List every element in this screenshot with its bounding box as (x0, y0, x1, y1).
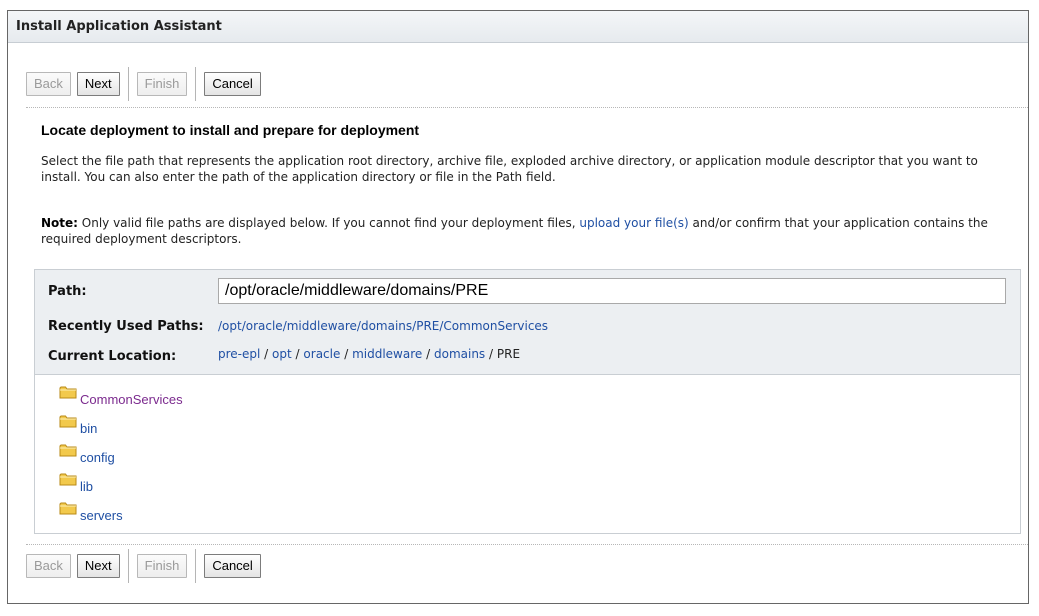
crumb-sep: / (264, 347, 269, 361)
path-input[interactable] (218, 278, 1006, 304)
path-label: Path: (48, 284, 87, 299)
current-location-label: Current Location: (48, 349, 177, 364)
breadcrumb: pre-epl / opt / oracle / middleware / do… (218, 347, 520, 361)
next-button-top[interactable]: Next (76, 72, 120, 96)
crumb-middleware[interactable]: middleware (352, 347, 422, 361)
folder-item-lib[interactable]: lib (59, 472, 93, 494)
crumb-current: PRE (496, 347, 521, 361)
crumb-opt[interactable]: opt (272, 347, 292, 361)
folder-link[interactable]: config (80, 450, 115, 465)
folder-icon (59, 473, 77, 486)
divider (26, 544, 1028, 545)
back-button-bottom[interactable]: Back (26, 554, 71, 578)
folder-item-bin[interactable]: bin (59, 414, 97, 436)
button-separator (195, 67, 197, 101)
folder-icon (59, 415, 77, 428)
finish-button-top[interactable]: Finish (136, 72, 188, 96)
folder-icon (59, 386, 77, 399)
folder-item-commonservices[interactable]: CommonServices (59, 385, 183, 407)
recent-path-link[interactable]: /opt/oracle/middleware/domains/PRE/Commo… (218, 319, 548, 333)
back-button-top[interactable]: Back (26, 72, 71, 96)
next-button-bottom[interactable]: Next (76, 554, 120, 578)
folder-link[interactable]: CommonServices (80, 392, 183, 407)
section-heading: Locate deployment to install and prepare… (41, 122, 420, 138)
description-text: Select the file path that represents the… (41, 154, 978, 184)
button-separator (195, 549, 197, 583)
path-panel: Path: Recently Used Paths: /opt/oracle/m… (34, 269, 1021, 375)
crumb-domains[interactable]: domains (434, 347, 485, 361)
folder-item-config[interactable]: config (59, 443, 115, 465)
note-before: Only valid file paths are displayed belo… (77, 216, 580, 230)
crumb-sep: / (426, 347, 431, 361)
crumb-sep: / (344, 347, 349, 361)
folder-link[interactable]: lib (80, 479, 93, 494)
divider (26, 107, 1028, 108)
note-text: Note: Only valid file paths are displaye… (41, 215, 1011, 247)
top-button-bar: Back Next Finish Cancel (26, 67, 267, 101)
crumb-sep: / (295, 347, 300, 361)
crumb-pre-epl[interactable]: pre-epl (218, 347, 260, 361)
upload-files-link[interactable]: upload your file(s) (579, 216, 688, 230)
install-assistant-panel: Install Application Assistant Back Next … (7, 10, 1029, 604)
folder-link[interactable]: bin (80, 421, 97, 436)
recent-paths-label: Recently Used Paths: (48, 319, 204, 334)
folder-link[interactable]: servers (80, 508, 123, 523)
finish-button-bottom[interactable]: Finish (136, 554, 188, 578)
cancel-button-top[interactable]: Cancel (204, 72, 261, 96)
bottom-button-bar: Back Next Finish Cancel (26, 549, 267, 583)
panel-title: Install Application Assistant (8, 11, 1028, 43)
button-separator (127, 549, 129, 583)
folder-icon (59, 444, 77, 457)
note-label: Note: (41, 216, 78, 230)
button-separator (127, 67, 129, 101)
cancel-button-bottom[interactable]: Cancel (204, 554, 261, 578)
folder-item-servers[interactable]: servers (59, 501, 123, 523)
crumb-sep: / (489, 347, 494, 361)
crumb-oracle[interactable]: oracle (303, 347, 340, 361)
folder-icon (59, 502, 77, 515)
